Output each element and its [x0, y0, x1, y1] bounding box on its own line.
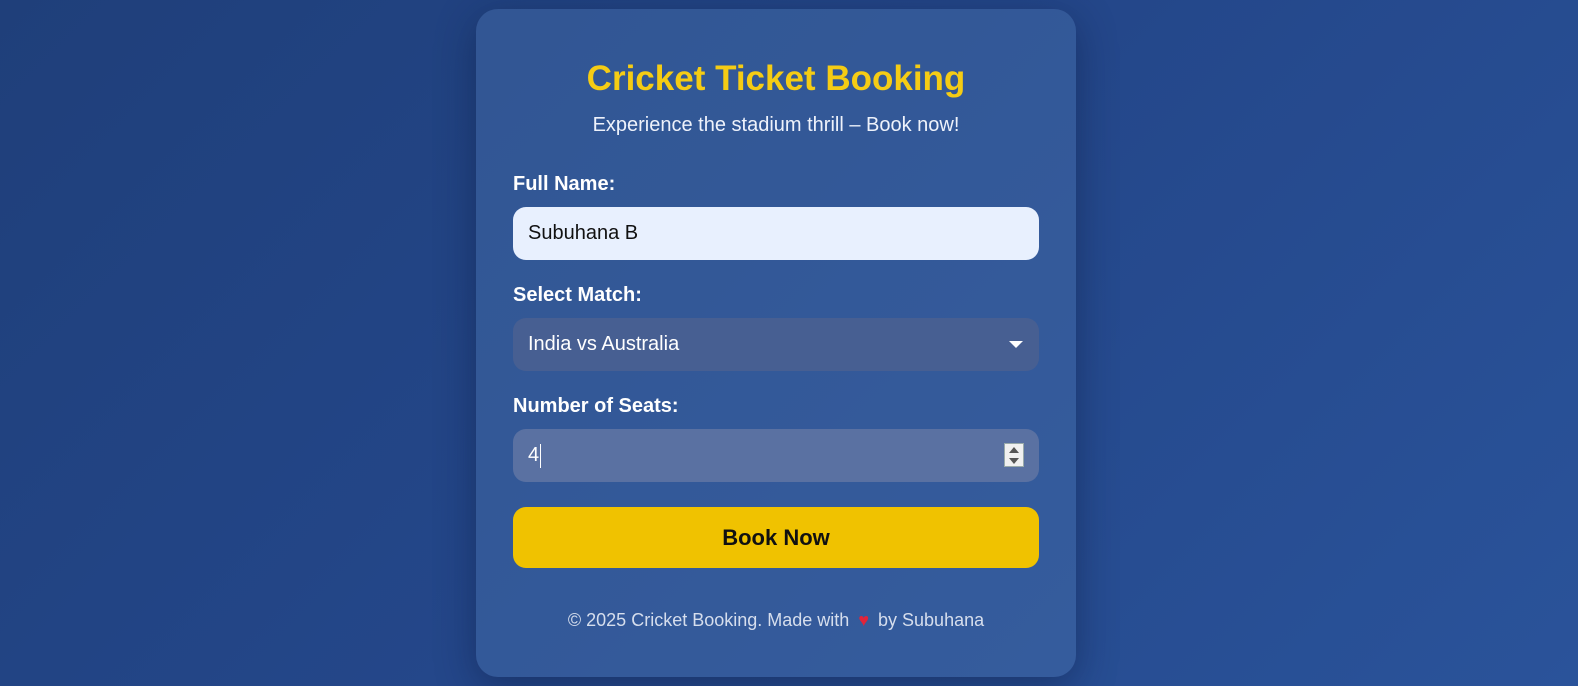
- spinner-up-button[interactable]: [1005, 444, 1023, 455]
- seats-value: 4: [528, 444, 540, 466]
- booking-card: Cricket Ticket Booking Experience the st…: [476, 9, 1076, 677]
- number-of-seats-label: Number of Seats:: [513, 395, 679, 417]
- match-selected-value: India vs Australia: [528, 333, 680, 355]
- spinner-down-button[interactable]: [1005, 455, 1023, 466]
- full-name-input[interactable]: Subuhana B: [513, 207, 1039, 260]
- book-now-button[interactable]: Book Now: [513, 507, 1039, 568]
- heart-icon: ♥: [858, 610, 869, 630]
- arrow-up-icon: [1009, 446, 1019, 453]
- footer-suffix: by Subuhana: [878, 610, 985, 630]
- full-name-value: Subuhana B: [528, 222, 639, 244]
- footer: © 2025 Cricket Booking. Made with ♥ by S…: [513, 608, 1039, 632]
- seats-number-input[interactable]: 4: [513, 429, 1039, 482]
- number-spinner-icon[interactable]: [1004, 443, 1024, 467]
- page-subtitle: Experience the stadium thrill – Book now…: [592, 114, 960, 136]
- select-match-label: Select Match:: [513, 284, 642, 306]
- footer-prefix: © 2025 Cricket Booking. Made with: [567, 610, 850, 630]
- text-cursor: [540, 443, 542, 468]
- full-name-label: Full Name:: [513, 173, 616, 195]
- page-title: Cricket Ticket Booking: [586, 59, 966, 98]
- arrow-down-icon: [1009, 457, 1019, 464]
- match-select[interactable]: India vs Australia: [513, 318, 1039, 371]
- chevron-down-icon: [1009, 341, 1023, 348]
